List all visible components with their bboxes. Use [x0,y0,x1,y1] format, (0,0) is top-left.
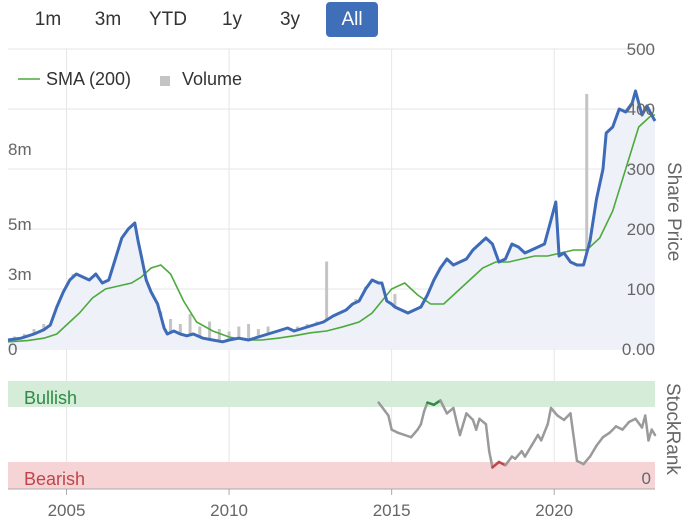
volume-tick-label: 8m [8,140,32,159]
stockrank-segment [647,428,653,442]
stockrank-segment [530,433,540,448]
stockrank-segment [452,406,458,424]
stockrank-segment [588,444,598,458]
x-tick-label: 2005 [48,501,86,520]
x-tick-label: 2015 [373,501,411,520]
stockrank-segment [419,409,426,426]
stockrank-segment [478,417,488,426]
share-price-axis-label: Share Price [663,162,684,261]
stockrank-segment [634,417,644,429]
volume-axis-ticks: 0 3m 5m 8m [8,140,32,359]
volume-tick-label: 5m [8,215,32,234]
stockrank-segment [546,406,553,426]
price-tick-label: 400 [627,100,655,119]
stockrank-segment [465,412,475,422]
legend-sma-label: SMA (200) [46,69,131,89]
stockrank-segment [621,420,631,431]
stockrank-tick-0: 0 [642,469,651,488]
bearish-band [8,462,655,489]
x-tick-label: 2010 [210,501,248,520]
bullish-label: Bullish [24,388,77,408]
x-tick-label: 2020 [535,501,573,520]
stockrank-segment [484,422,491,453]
x-axis-ticks: 2005 2010 2015 2020 [48,489,573,520]
legend: SMA (200) Volume [18,69,242,89]
stockrank-segment [569,412,579,463]
price-tick-label: 100 [627,280,655,299]
stockrank-segment [474,417,481,431]
stockrank-axis-label: StockRank [662,383,683,475]
volume-tick-label: 3m [8,265,32,284]
stockrank-segment [513,449,523,461]
price-tick-label: 200 [627,220,655,239]
stockrank-segment [650,428,657,437]
price-chart: SMA (200) Volume 0.00 100 200 300 400 500 0 3m… [7,40,684,520]
stockrank-segment [595,435,605,448]
price-tick-label: 300 [627,160,655,179]
stockrank-segment [409,428,419,439]
price-tick-label: 500 [627,40,655,59]
price-tick-label: 0.00 [622,340,655,359]
stockrank-segment [539,422,549,442]
stockrank-segment [643,414,650,442]
stockrank-line [377,399,657,469]
stockrank-segment [608,425,618,435]
stockrank-segment [458,412,468,437]
legend-volume-label: Volume [182,69,242,89]
bearish-label: Bearish [24,469,85,489]
stockrank-segment [523,444,533,458]
legend-volume-swatch [160,76,170,86]
volume-tick-label: 0 [8,340,17,359]
bullish-band [8,381,655,407]
